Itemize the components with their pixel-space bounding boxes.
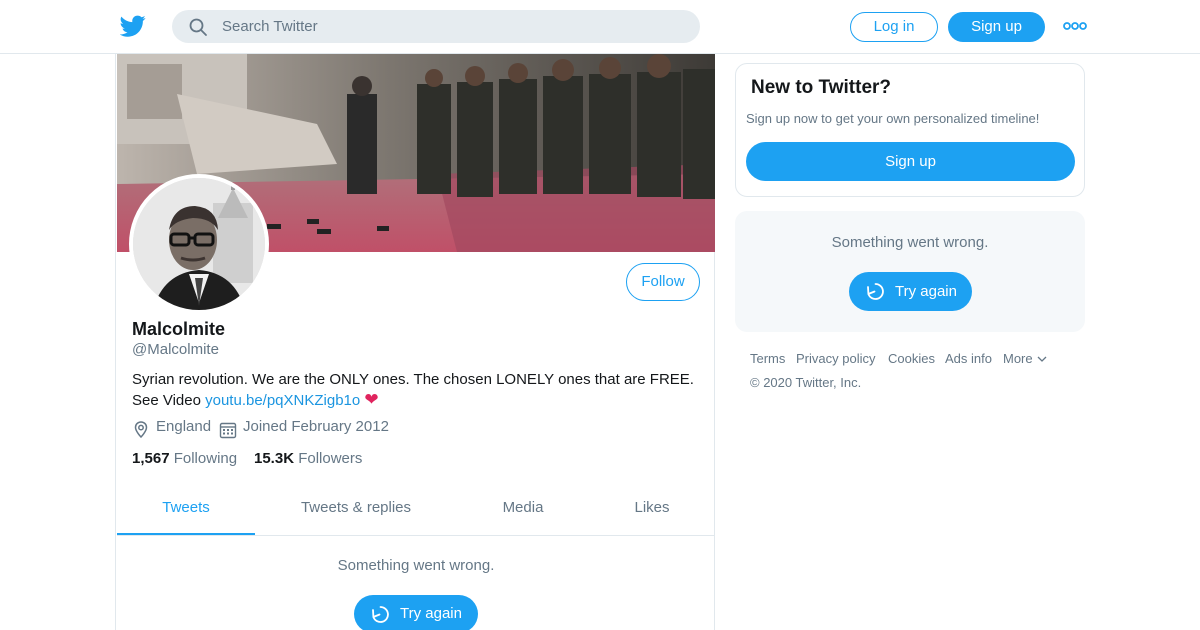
- footer-link-cookies[interactable]: Cookies: [888, 351, 935, 366]
- profile-handle: @Malcolmite: [132, 341, 219, 358]
- followers-label: Followers: [298, 450, 363, 467]
- tab-likes[interactable]: Likes: [589, 489, 715, 535]
- following-label: Following: [173, 450, 238, 467]
- new-to-twitter-card: New to Twitter? Sign up now to get your …: [735, 63, 1085, 197]
- joined-text: Joined February 2012: [243, 418, 389, 435]
- profile-tabs: Tweets Tweets & replies Media Likes: [117, 489, 715, 536]
- footer-link-privacy-policy[interactable]: Privacy policy: [796, 351, 875, 366]
- follow-button[interactable]: Follow: [626, 263, 700, 301]
- footer-more-label: More: [1003, 351, 1033, 366]
- top-navigation-bar: Log in Sign up: [0, 0, 1200, 54]
- timeline-error-message: Something went wrong.: [337, 557, 495, 574]
- footer-link-terms[interactable]: Terms: [750, 351, 785, 366]
- chevron-down-icon: [1037, 356, 1047, 362]
- sidebar-try-again-button[interactable]: Try again: [849, 272, 972, 311]
- footer-copyright: © 2020 Twitter, Inc.: [750, 375, 862, 390]
- timeline-try-again-label: Try again: [400, 605, 462, 622]
- more-options-icon[interactable]: [1063, 19, 1087, 33]
- followers-stat[interactable]: 15.3K Followers: [254, 450, 362, 467]
- search-icon: [188, 17, 208, 37]
- followers-count: 15.3K: [254, 450, 295, 467]
- timeline-try-again-button[interactable]: Try again: [354, 595, 478, 630]
- sidebar-try-again-label: Try again: [895, 283, 957, 300]
- profile-display-name: Malcolmite: [132, 319, 226, 339]
- sidebar-sign-up-button[interactable]: Sign up: [746, 142, 1075, 181]
- location-text: England: [156, 418, 212, 435]
- following-stat[interactable]: 1,567 Following: [132, 450, 237, 467]
- heart-emoji-icon: ❤: [364, 390, 379, 409]
- sidebar-error-card: Something went wrong. Try again: [735, 211, 1085, 332]
- profile-avatar[interactable]: [129, 174, 269, 314]
- tab-media[interactable]: Media: [457, 489, 589, 535]
- sidebar-error-message: Something went wrong.: [831, 234, 989, 251]
- tab-tweets-and-replies[interactable]: Tweets & replies: [255, 489, 457, 535]
- refresh-icon: [372, 606, 389, 623]
- new-to-twitter-title: New to Twitter?: [751, 77, 892, 98]
- log-in-button[interactable]: Log in: [850, 12, 938, 42]
- search-box[interactable]: [172, 10, 700, 43]
- calendar-icon: [219, 422, 237, 439]
- profile-bio: Syrian revolution. We are the ONLY ones.…: [132, 370, 712, 411]
- footer-link-ads-info[interactable]: Ads info: [945, 351, 992, 366]
- location-pin-icon: [134, 421, 148, 438]
- sign-up-button[interactable]: Sign up: [948, 12, 1045, 42]
- search-input[interactable]: [222, 10, 682, 43]
- bio-link[interactable]: youtu.be/pqXNKZigb1o: [205, 392, 360, 409]
- following-count: 1,567: [132, 450, 170, 467]
- new-to-twitter-subtitle: Sign up now to get your own personalized…: [746, 111, 1040, 126]
- twitter-bird-logo-icon[interactable]: [119, 13, 146, 39]
- tab-tweets[interactable]: Tweets: [117, 489, 255, 535]
- footer: Terms Privacy policy Cookies Ads info Mo…: [750, 351, 1090, 391]
- profile-column: Follow Malcolmite @Malcolmite Syrian rev…: [115, 54, 715, 630]
- refresh-icon: [867, 283, 884, 300]
- footer-link-more[interactable]: More: [1003, 351, 1047, 366]
